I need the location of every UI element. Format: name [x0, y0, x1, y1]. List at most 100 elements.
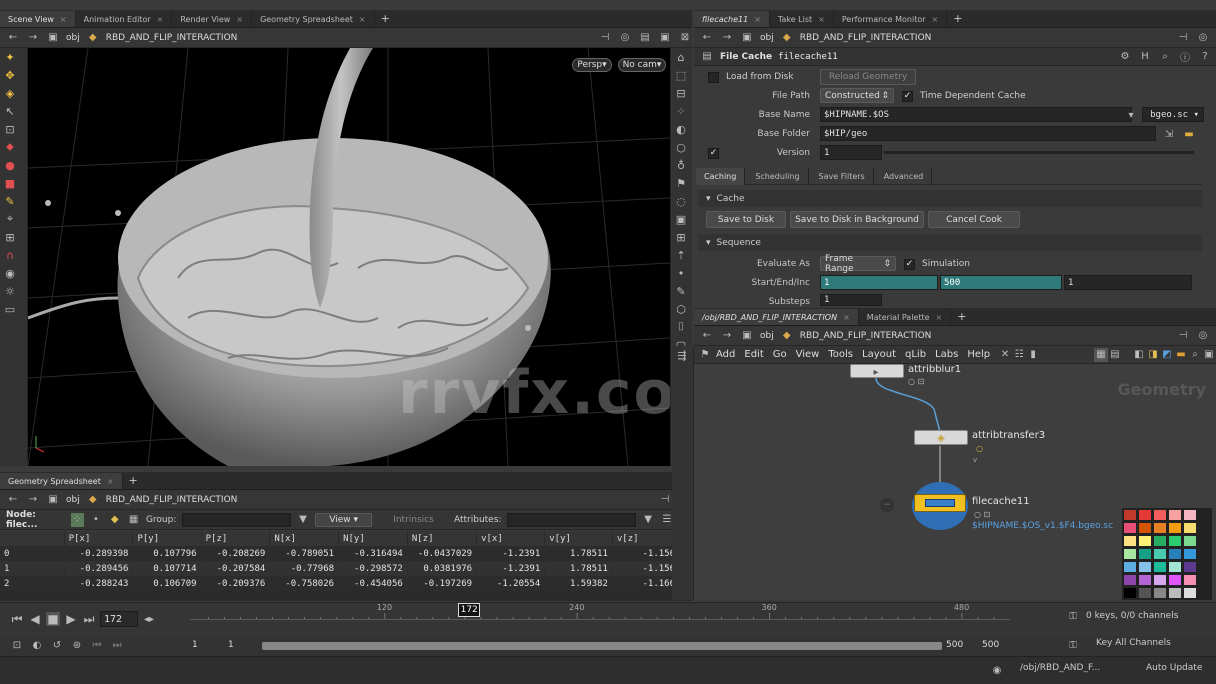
- play-backward-icon[interactable]: ◀: [28, 612, 42, 626]
- filecache-node[interactable]: [914, 494, 966, 512]
- path-node[interactable]: RBD_AND_FLIP_INTERACTION: [800, 33, 932, 43]
- persp-button[interactable]: Persp▾: [572, 58, 612, 72]
- playback-start-field[interactable]: 1: [228, 640, 234, 650]
- camera-button[interactable]: No cam▾: [618, 58, 666, 72]
- column-header[interactable]: N[y]: [338, 531, 408, 546]
- wire-icon[interactable]: ⊞: [671, 228, 691, 246]
- path-node[interactable]: RBD_AND_FLIP_INTERACTION: [106, 33, 238, 43]
- info-icon[interactable]: ⓘ: [1178, 50, 1192, 64]
- realtime-icon[interactable]: ⊡: [10, 638, 24, 652]
- forward-arrow-icon[interactable]: →: [26, 493, 40, 507]
- node-name-field[interactable]: filecache11: [778, 52, 1112, 62]
- column-header[interactable]: N[x]: [269, 531, 340, 546]
- maximize-icon[interactable]: ▣: [1202, 348, 1216, 362]
- add-tab-button[interactable]: +: [947, 11, 968, 27]
- sequence-section[interactable]: ▾ Sequence: [698, 234, 1202, 251]
- timeline-track[interactable]: 120 240 360 480 172: [190, 603, 1010, 637]
- file-path-menu[interactable]: Constructed ⇕: [820, 88, 894, 103]
- tab-scheduling[interactable]: Scheduling: [747, 168, 809, 185]
- version-field[interactable]: 1: [820, 145, 882, 160]
- forward-arrow-icon[interactable]: →: [720, 31, 734, 45]
- box-icon[interactable]: ▮: [1026, 348, 1040, 362]
- pose-icon[interactable]: ↖: [0, 102, 20, 120]
- start-frame-field[interactable]: 1: [820, 275, 938, 290]
- snap-icon[interactable]: ⌖: [0, 210, 20, 228]
- brush-icon[interactable]: ✎: [0, 192, 20, 210]
- color-swatch[interactable]: [1138, 587, 1152, 599]
- menu-item-edit[interactable]: Edit: [744, 349, 763, 360]
- camera-icon[interactable]: ⌷: [671, 318, 691, 336]
- close-icon[interactable]: ×: [936, 313, 943, 322]
- pin-icon[interactable]: ♁: [671, 156, 691, 174]
- evaluate-as-menu[interactable]: Frame Range ⇕: [820, 254, 896, 274]
- attributes-field[interactable]: [507, 512, 636, 527]
- load-from-disk-checkbox[interactable]: [708, 72, 719, 83]
- link-icon[interactable]: ◎: [1196, 31, 1210, 45]
- base-name-field[interactable]: $HIPNAME.$OS: [820, 107, 1132, 122]
- key-icon[interactable]: ⚿: [1066, 609, 1080, 623]
- tab-material-palette[interactable]: Material Palette ×: [859, 309, 952, 325]
- color-swatch[interactable]: [1138, 535, 1152, 547]
- search-icon[interactable]: ⌕: [1158, 50, 1172, 64]
- view-icon[interactable]: ◉: [0, 264, 20, 282]
- add-tab-button[interactable]: +: [951, 309, 972, 325]
- color-swatch[interactable]: [1138, 548, 1152, 560]
- column-header[interactable]: P[x]: [64, 531, 134, 546]
- wrench-icon[interactable]: ✕: [998, 348, 1012, 362]
- range-slider[interactable]: [262, 642, 942, 650]
- path-node[interactable]: RBD_AND_FLIP_INTERACTION: [800, 331, 932, 341]
- light-icon[interactable]: ☼: [0, 282, 20, 300]
- column-header[interactable]: v[z]: [612, 531, 681, 546]
- scale-icon[interactable]: ■: [0, 174, 20, 192]
- grid-view-icon[interactable]: ▦: [1094, 347, 1108, 362]
- tab-render-view[interactable]: Render View ×: [172, 11, 253, 27]
- back-arrow-icon[interactable]: ←: [700, 329, 714, 343]
- snapshot-icon[interactable]: ▣: [671, 210, 691, 228]
- column-header[interactable]: N[z]: [407, 531, 478, 546]
- color-swatch[interactable]: [1183, 561, 1197, 573]
- frame-icon[interactable]: ⬚: [671, 66, 691, 84]
- merge-icon[interactable]: ⇶: [672, 346, 692, 364]
- save-to-disk-button[interactable]: Save to Disk: [706, 211, 786, 228]
- layout-icon[interactable]: ☷: [1012, 348, 1026, 362]
- version-checkbox[interactable]: ✓: [708, 148, 719, 159]
- playback-end-field[interactable]: 500: [946, 640, 963, 650]
- cancel-cook-button[interactable]: Cancel Cook: [928, 211, 1020, 228]
- pin-icon[interactable]: ⊣: [1176, 329, 1190, 343]
- table-row[interactable]: 1 -0.289456 0.107714 -0.207584 -0.77968 -0.29…: [0, 561, 681, 576]
- flag-icon[interactable]: ⚑: [671, 174, 691, 192]
- reload-geometry-button[interactable]: Reload Geometry: [820, 69, 916, 85]
- vertices-mode-icon[interactable]: •: [90, 513, 103, 527]
- intrinsics-menu[interactable]: Intrinsics: [393, 515, 448, 525]
- path-context[interactable]: obj: [66, 495, 80, 505]
- jump-end-icon[interactable]: ⏭: [82, 612, 96, 626]
- chat-icon[interactable]: ◉: [990, 663, 1004, 677]
- color-swatch[interactable]: [1123, 574, 1137, 586]
- color-swatch[interactable]: [1168, 509, 1182, 521]
- color-swatch[interactable]: [1168, 587, 1182, 599]
- link-icon[interactable]: ◎: [618, 31, 632, 45]
- color-swatch[interactable]: [1123, 509, 1137, 521]
- color-swatch[interactable]: [1138, 574, 1152, 586]
- gear-icon[interactable]: ⚙: [1118, 50, 1132, 64]
- attribtransfer-node[interactable]: ◈: [914, 430, 968, 445]
- pin-icon[interactable]: ⊣: [1176, 31, 1190, 45]
- color-swatch[interactable]: [1153, 509, 1167, 521]
- close-icon[interactable]: ×: [818, 15, 825, 24]
- color-swatch[interactable]: [1183, 535, 1197, 547]
- brush-icon[interactable]: ✎: [671, 282, 691, 300]
- global-end-field[interactable]: 500: [982, 640, 999, 650]
- camera-icon[interactable]: ▣: [658, 31, 672, 45]
- close-icon[interactable]: ×: [107, 477, 114, 486]
- add-tab-button[interactable]: +: [123, 473, 144, 489]
- tab-take-list[interactable]: Take List ×: [770, 11, 834, 27]
- pin-icon[interactable]: ⊣: [598, 31, 612, 45]
- tab-animation-editor[interactable]: Animation Editor ×: [76, 11, 173, 27]
- tab-geometry-spreadsheet[interactable]: Geometry Spreadsheet ×: [0, 473, 123, 489]
- search-icon[interactable]: ⌕: [1188, 348, 1202, 362]
- table-row[interactable]: 2 -0.288243 0.106709 -0.209376 -0.758026 -0.4…: [0, 576, 681, 591]
- path-context[interactable]: obj: [66, 33, 80, 43]
- color-swatch[interactable]: [1153, 522, 1167, 534]
- next-key-icon[interactable]: ⏭: [110, 638, 124, 652]
- tab-network[interactable]: /obj/RBD_AND_FLIP_INTERACTION ×: [694, 309, 859, 325]
